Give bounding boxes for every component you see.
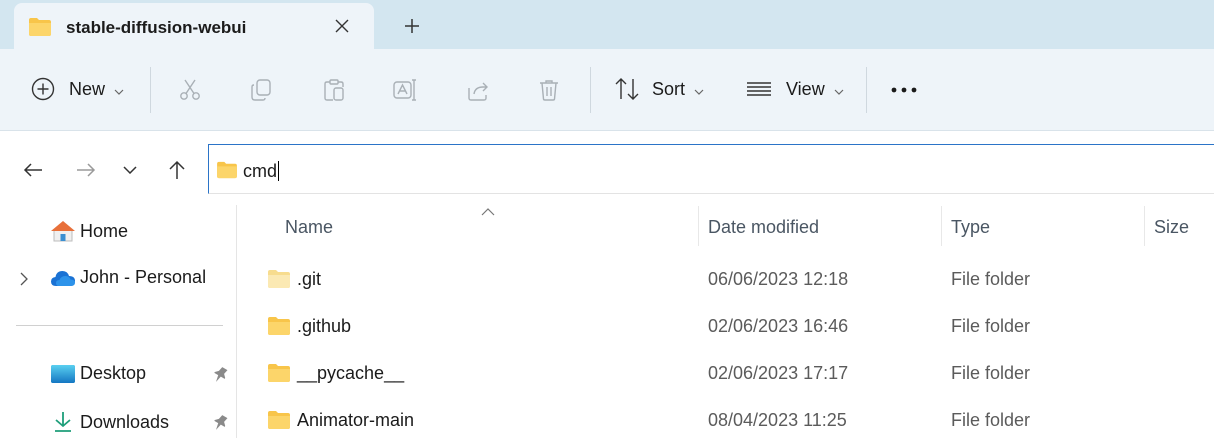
file-type: File folder	[951, 269, 1031, 289]
sidebar-item-onedrive[interactable]: John - Personal	[50, 267, 206, 288]
toolbar-divider	[590, 67, 591, 113]
view-button[interactable]: View	[746, 77, 844, 101]
sidebar-item-label: Home	[80, 220, 129, 241]
column-divider[interactable]	[698, 206, 699, 246]
command-bar: New Sort View	[0, 49, 1214, 131]
new-label: New	[69, 78, 106, 99]
sort-icon	[614, 77, 640, 101]
folder-icon	[267, 363, 291, 388]
toolbar-divider	[866, 67, 867, 113]
file-name: __pycache__	[297, 363, 405, 383]
address-input[interactable]: cmd	[243, 161, 277, 181]
sidebar-item-desktop[interactable]: Desktop	[50, 363, 146, 384]
file-row[interactable]: __pycache__ 02/06/2023 17:17 File folder	[240, 349, 1214, 396]
column-header-date-modified[interactable]: Date modified	[708, 217, 819, 238]
plus-circle-icon	[31, 77, 55, 101]
recent-locations-chevron-icon[interactable]	[117, 157, 143, 183]
chevron-down-icon	[114, 79, 124, 100]
chevron-down-icon	[834, 79, 844, 100]
share-icon[interactable]	[465, 77, 491, 103]
folder-icon	[216, 161, 238, 184]
file-name: .git	[297, 269, 322, 289]
home-icon	[50, 219, 76, 243]
desktop-icon	[50, 364, 76, 384]
cut-icon[interactable]	[177, 77, 203, 103]
download-arrow-icon	[50, 411, 76, 433]
tab-stable-diffusion-webui[interactable]: stable-diffusion-webui	[14, 3, 374, 49]
file-name: Animator-main	[297, 410, 415, 430]
pin-icon[interactable]	[212, 414, 228, 437]
folder-icon	[267, 410, 291, 435]
tab-title: stable-diffusion-webui	[66, 18, 247, 37]
sidebar-item-home[interactable]: Home	[50, 219, 128, 243]
file-date-modified: 02/06/2023 16:46	[708, 316, 849, 336]
onedrive-cloud-icon	[50, 269, 76, 287]
file-date-modified: 06/06/2023 12:18	[708, 269, 849, 289]
sidebar-item-downloads[interactable]: Downloads	[50, 411, 169, 433]
view-label: View	[786, 78, 825, 99]
pane-splitter[interactable]	[236, 205, 237, 438]
column-divider[interactable]	[1144, 206, 1145, 246]
expand-chevron-icon[interactable]	[20, 272, 28, 291]
navigation-pane: Home John - Personal Desktop Downloads	[0, 205, 236, 438]
column-header-size[interactable]: Size	[1154, 217, 1189, 238]
file-type: File folder	[951, 316, 1031, 336]
file-row[interactable]: .git 06/06/2023 12:18 File folder	[240, 255, 1214, 302]
sidebar-divider	[16, 325, 223, 326]
folder-icon	[28, 17, 52, 42]
view-list-icon	[746, 77, 772, 101]
file-type: File folder	[951, 363, 1031, 383]
folder-icon	[267, 316, 291, 341]
file-type: File folder	[951, 410, 1031, 430]
column-header-type[interactable]: Type	[951, 217, 990, 238]
pin-icon[interactable]	[212, 366, 228, 389]
sort-button[interactable]: Sort	[614, 77, 704, 101]
delete-icon[interactable]	[536, 77, 562, 103]
file-name: .github	[297, 316, 352, 336]
column-divider[interactable]	[941, 206, 942, 246]
address-bar[interactable]: cmd	[208, 144, 1214, 194]
chevron-down-icon	[694, 79, 704, 100]
new-button[interactable]: New	[31, 77, 124, 101]
sort-label: Sort	[652, 78, 686, 99]
column-header-name[interactable]: Name	[285, 217, 333, 238]
tab-strip: stable-diffusion-webui	[0, 0, 1214, 49]
up-arrow-icon[interactable]	[164, 157, 190, 183]
text-cursor	[278, 161, 280, 181]
forward-arrow-icon[interactable]	[73, 157, 99, 183]
file-date-modified: 08/04/2023 11:25	[708, 410, 847, 430]
sidebar-item-label: John - Personal	[80, 267, 207, 287]
close-tab-icon[interactable]	[330, 14, 354, 38]
copy-icon[interactable]	[248, 77, 274, 103]
paste-icon[interactable]	[321, 77, 347, 103]
sort-ascending-icon	[481, 203, 495, 221]
toolbar-divider	[150, 67, 151, 113]
sidebar-item-label: Downloads	[80, 411, 170, 432]
file-row[interactable]: .github 02/06/2023 16:46 File folder	[240, 302, 1214, 349]
rename-icon[interactable]	[392, 77, 418, 103]
new-tab-icon[interactable]	[398, 12, 426, 40]
folder-icon	[267, 269, 291, 294]
sidebar-item-label: Desktop	[80, 363, 147, 383]
back-arrow-icon[interactable]	[20, 157, 46, 183]
more-options-icon[interactable]	[891, 77, 917, 103]
file-row[interactable]: Animator-main 08/04/2023 11:25 File fold…	[240, 396, 1214, 438]
file-date-modified: 02/06/2023 17:17	[708, 363, 849, 383]
